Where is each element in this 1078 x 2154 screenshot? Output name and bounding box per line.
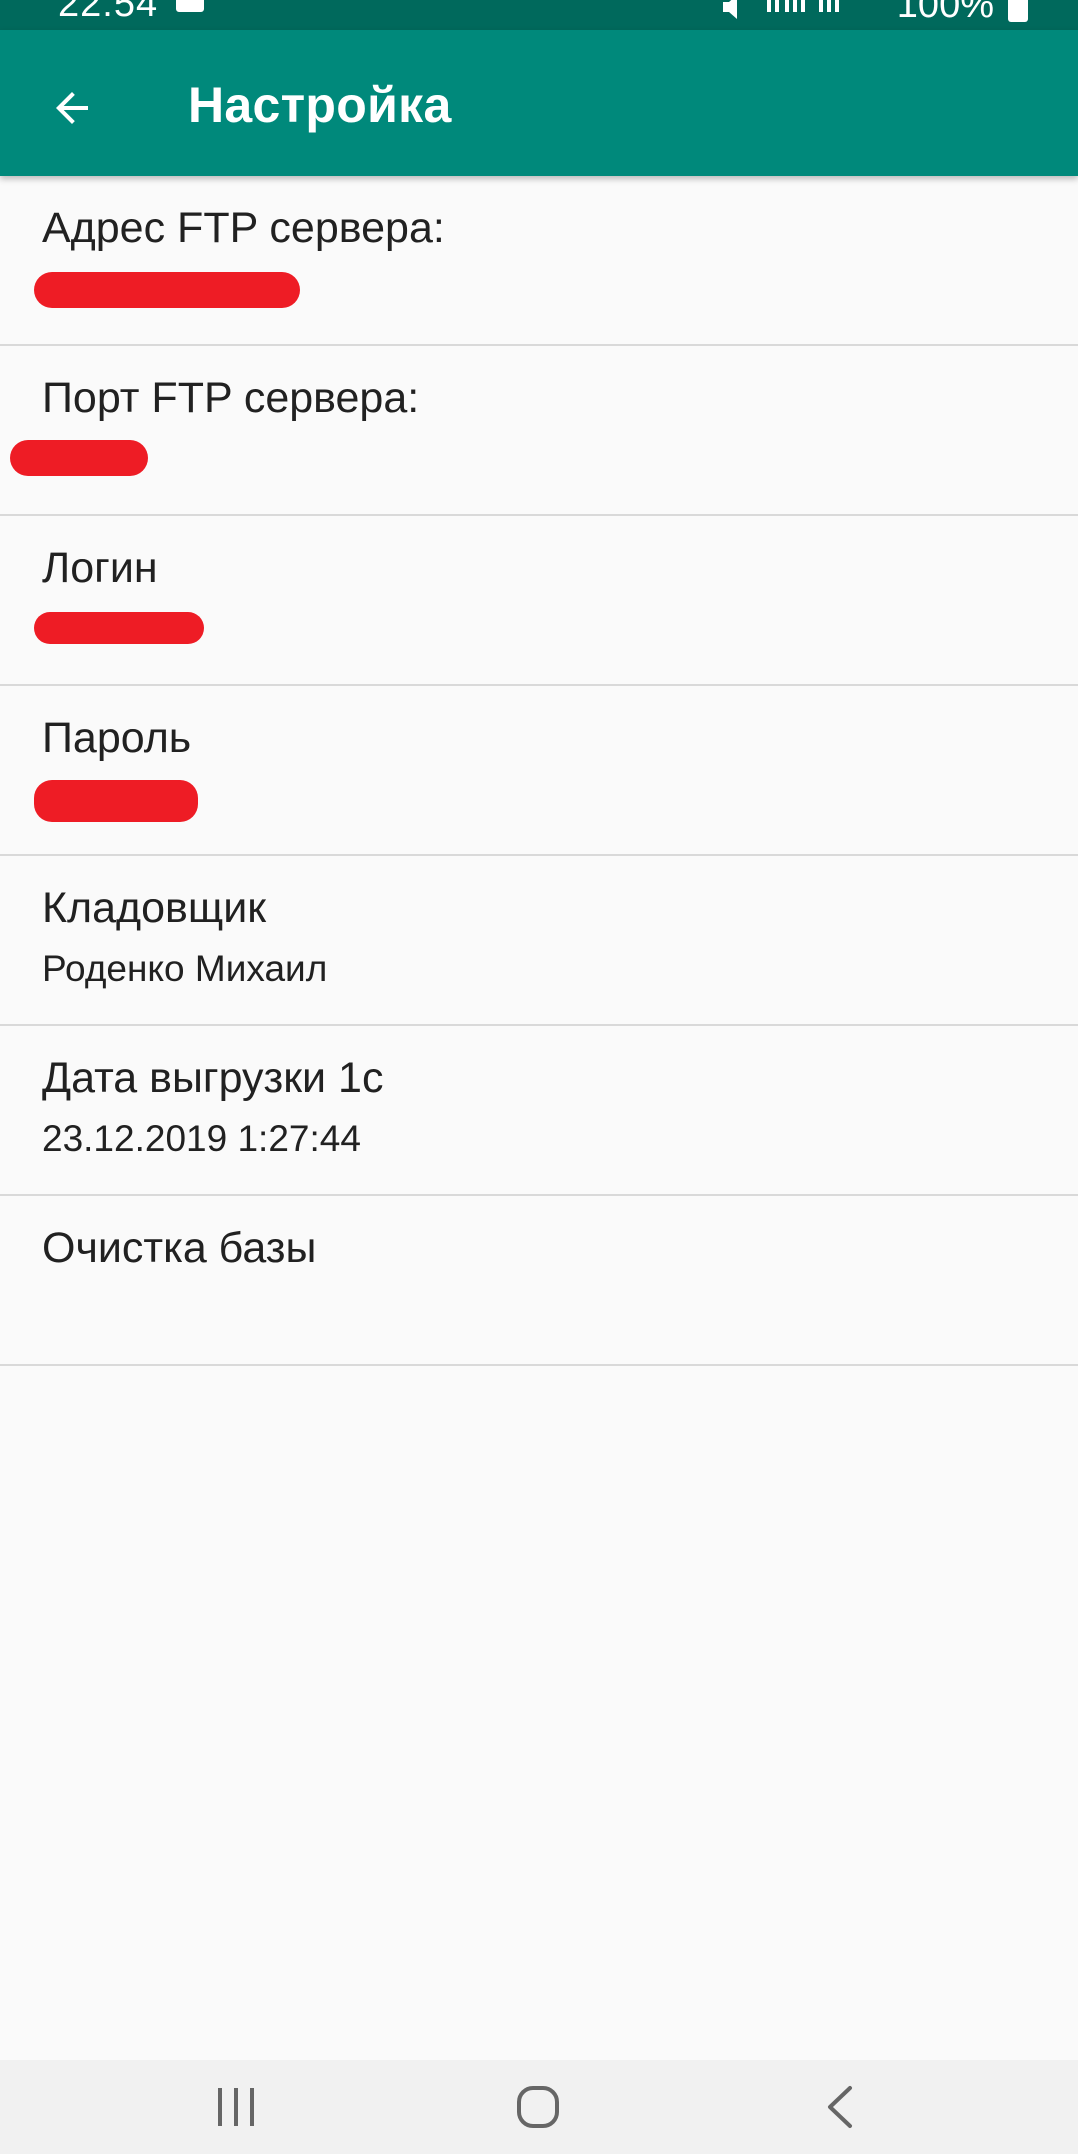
settings-screen: 22:54 100% Настройка Адрес FTP сервера: … [0,0,1078,2154]
setting-title: Очистка базы [42,1224,317,1272]
recent-apps-button[interactable] [196,2084,276,2154]
arrow-back-icon [56,92,88,124]
setting-title: Дата выгрузки 1с [42,1054,384,1102]
redaction-mark [34,780,198,822]
settings-list: Адрес FTP сервера: Порт FTP сервера: Лог… [0,176,1078,1366]
recent-apps-icon [218,2088,254,2126]
status-bar: 22:54 100% [0,0,1078,30]
setting-clear-database[interactable]: Очистка базы [0,1196,1078,1366]
status-time: 22:54 [58,0,159,25]
redaction-mark [34,612,204,644]
app-bar: Настройка [0,30,1078,176]
battery-percent: 100% [896,0,994,26]
setting-ftp-address[interactable]: Адрес FTP сервера: [0,176,1078,346]
page-title: Настройка [188,77,452,133]
redaction-mark [34,272,300,308]
setting-login[interactable]: Логин [0,516,1078,686]
back-button[interactable] [36,72,108,144]
setting-title: Адрес FTP сервера: [42,204,445,252]
back-icon [828,2086,852,2128]
setting-storekeeper[interactable]: Кладовщик Роденко Михаил [0,856,1078,1026]
setting-title: Кладовщик [42,884,267,932]
setting-export-date[interactable]: Дата выгрузки 1с 23.12.2019 1:27:44 [0,1026,1078,1196]
home-icon [517,2086,559,2128]
photo-icon [176,0,204,12]
redaction-mark [10,440,148,476]
setting-title: Пароль [42,714,192,762]
setting-summary: 23.12.2019 1:27:44 [42,1118,361,1159]
home-button[interactable] [498,2084,578,2154]
system-back-button[interactable] [800,2084,880,2154]
setting-password[interactable]: Пароль [0,686,1078,856]
setting-title: Порт FTP сервера: [42,374,420,422]
setting-ftp-port[interactable]: Порт FTP сервера: [0,346,1078,516]
mute-icon [719,0,749,20]
setting-summary: Роденко Михаил [42,948,328,989]
battery-icon [1008,0,1028,22]
navigation-bar [0,2060,1078,2154]
signal-icon [763,0,883,25]
status-icons: 100% [719,0,1028,25]
setting-title: Логин [42,544,158,592]
